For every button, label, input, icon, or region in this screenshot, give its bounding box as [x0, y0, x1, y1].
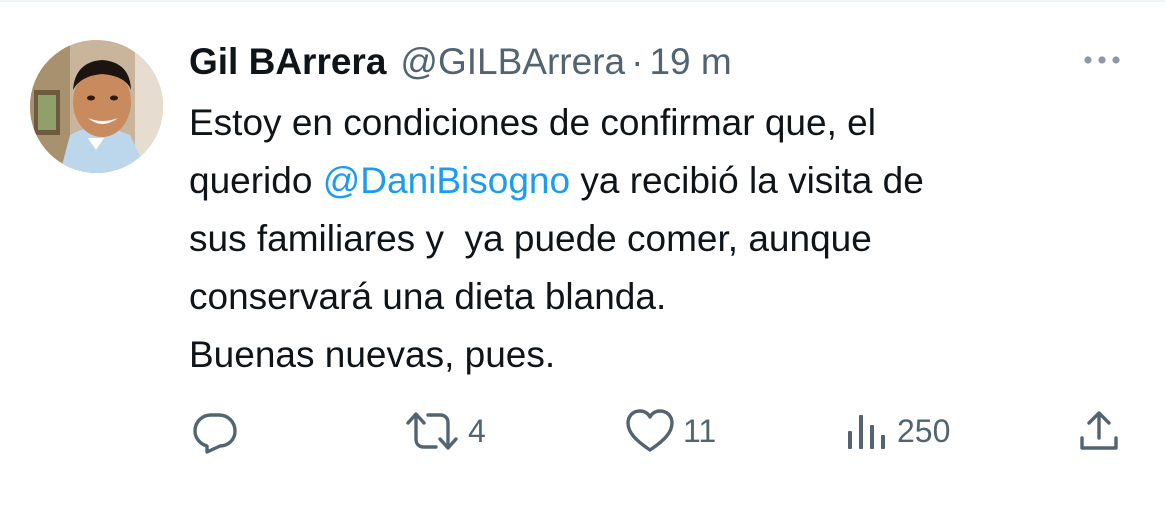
tweet-text-line: Buenas nuevas, pues.	[189, 326, 1129, 384]
reply-icon	[191, 407, 239, 455]
tweet-text: Estoy en condiciones de confirmar que, e…	[189, 94, 1129, 384]
timestamp[interactable]: 19 m	[649, 41, 731, 83]
retweet-icon	[404, 409, 460, 453]
heart-icon	[625, 408, 675, 454]
text-segment: sus familiares y ya puede comer, aunque	[189, 218, 872, 259]
action-bar: 4 11 250	[0, 404, 1165, 458]
text-segment: Estoy en condiciones de confirmar que, e…	[189, 102, 876, 143]
tweet-text-line: Estoy en condiciones de confirmar que, e…	[189, 94, 1129, 152]
more-icon	[1082, 55, 1122, 65]
more-options-button[interactable]	[1077, 40, 1127, 80]
reply-button[interactable]	[191, 404, 239, 458]
tweet[interactable]: Gil BArrera @GILBArrera · 19 m Estoy en …	[0, 0, 1165, 507]
tweet-header: Gil BArrera @GILBArrera · 19 m	[189, 38, 732, 86]
views-icon	[845, 409, 889, 453]
mention-link[interactable]: @DaniBisogno	[323, 160, 570, 201]
avatar[interactable]	[30, 40, 163, 173]
share-button[interactable]	[1077, 404, 1121, 458]
retweet-count: 4	[468, 412, 486, 449]
like-count: 11	[683, 412, 717, 449]
views-count: 250	[897, 412, 951, 449]
author-handle[interactable]: @GILBArrera	[400, 41, 625, 83]
views-button[interactable]: 250	[845, 404, 950, 458]
separator-dot: ·	[631, 41, 644, 82]
text-segment: querido	[189, 160, 323, 201]
author-name[interactable]: Gil BArrera	[189, 41, 386, 83]
avatar-photo	[30, 40, 163, 173]
retweet-button[interactable]: 4	[404, 404, 486, 458]
like-button[interactable]: 11	[625, 404, 716, 458]
share-icon	[1077, 408, 1121, 454]
tweet-text-line: querido @DaniBisogno ya recibió la visit…	[189, 152, 1129, 210]
text-segment: conservará una dieta blanda.	[189, 276, 667, 317]
text-segment: ya recibió la visita de	[570, 160, 924, 201]
tweet-text-line: conservará una dieta blanda.	[189, 268, 1129, 326]
tweet-text-line: sus familiares y ya puede comer, aunque	[189, 210, 1129, 268]
text-segment: Buenas nuevas, pues.	[189, 334, 556, 375]
